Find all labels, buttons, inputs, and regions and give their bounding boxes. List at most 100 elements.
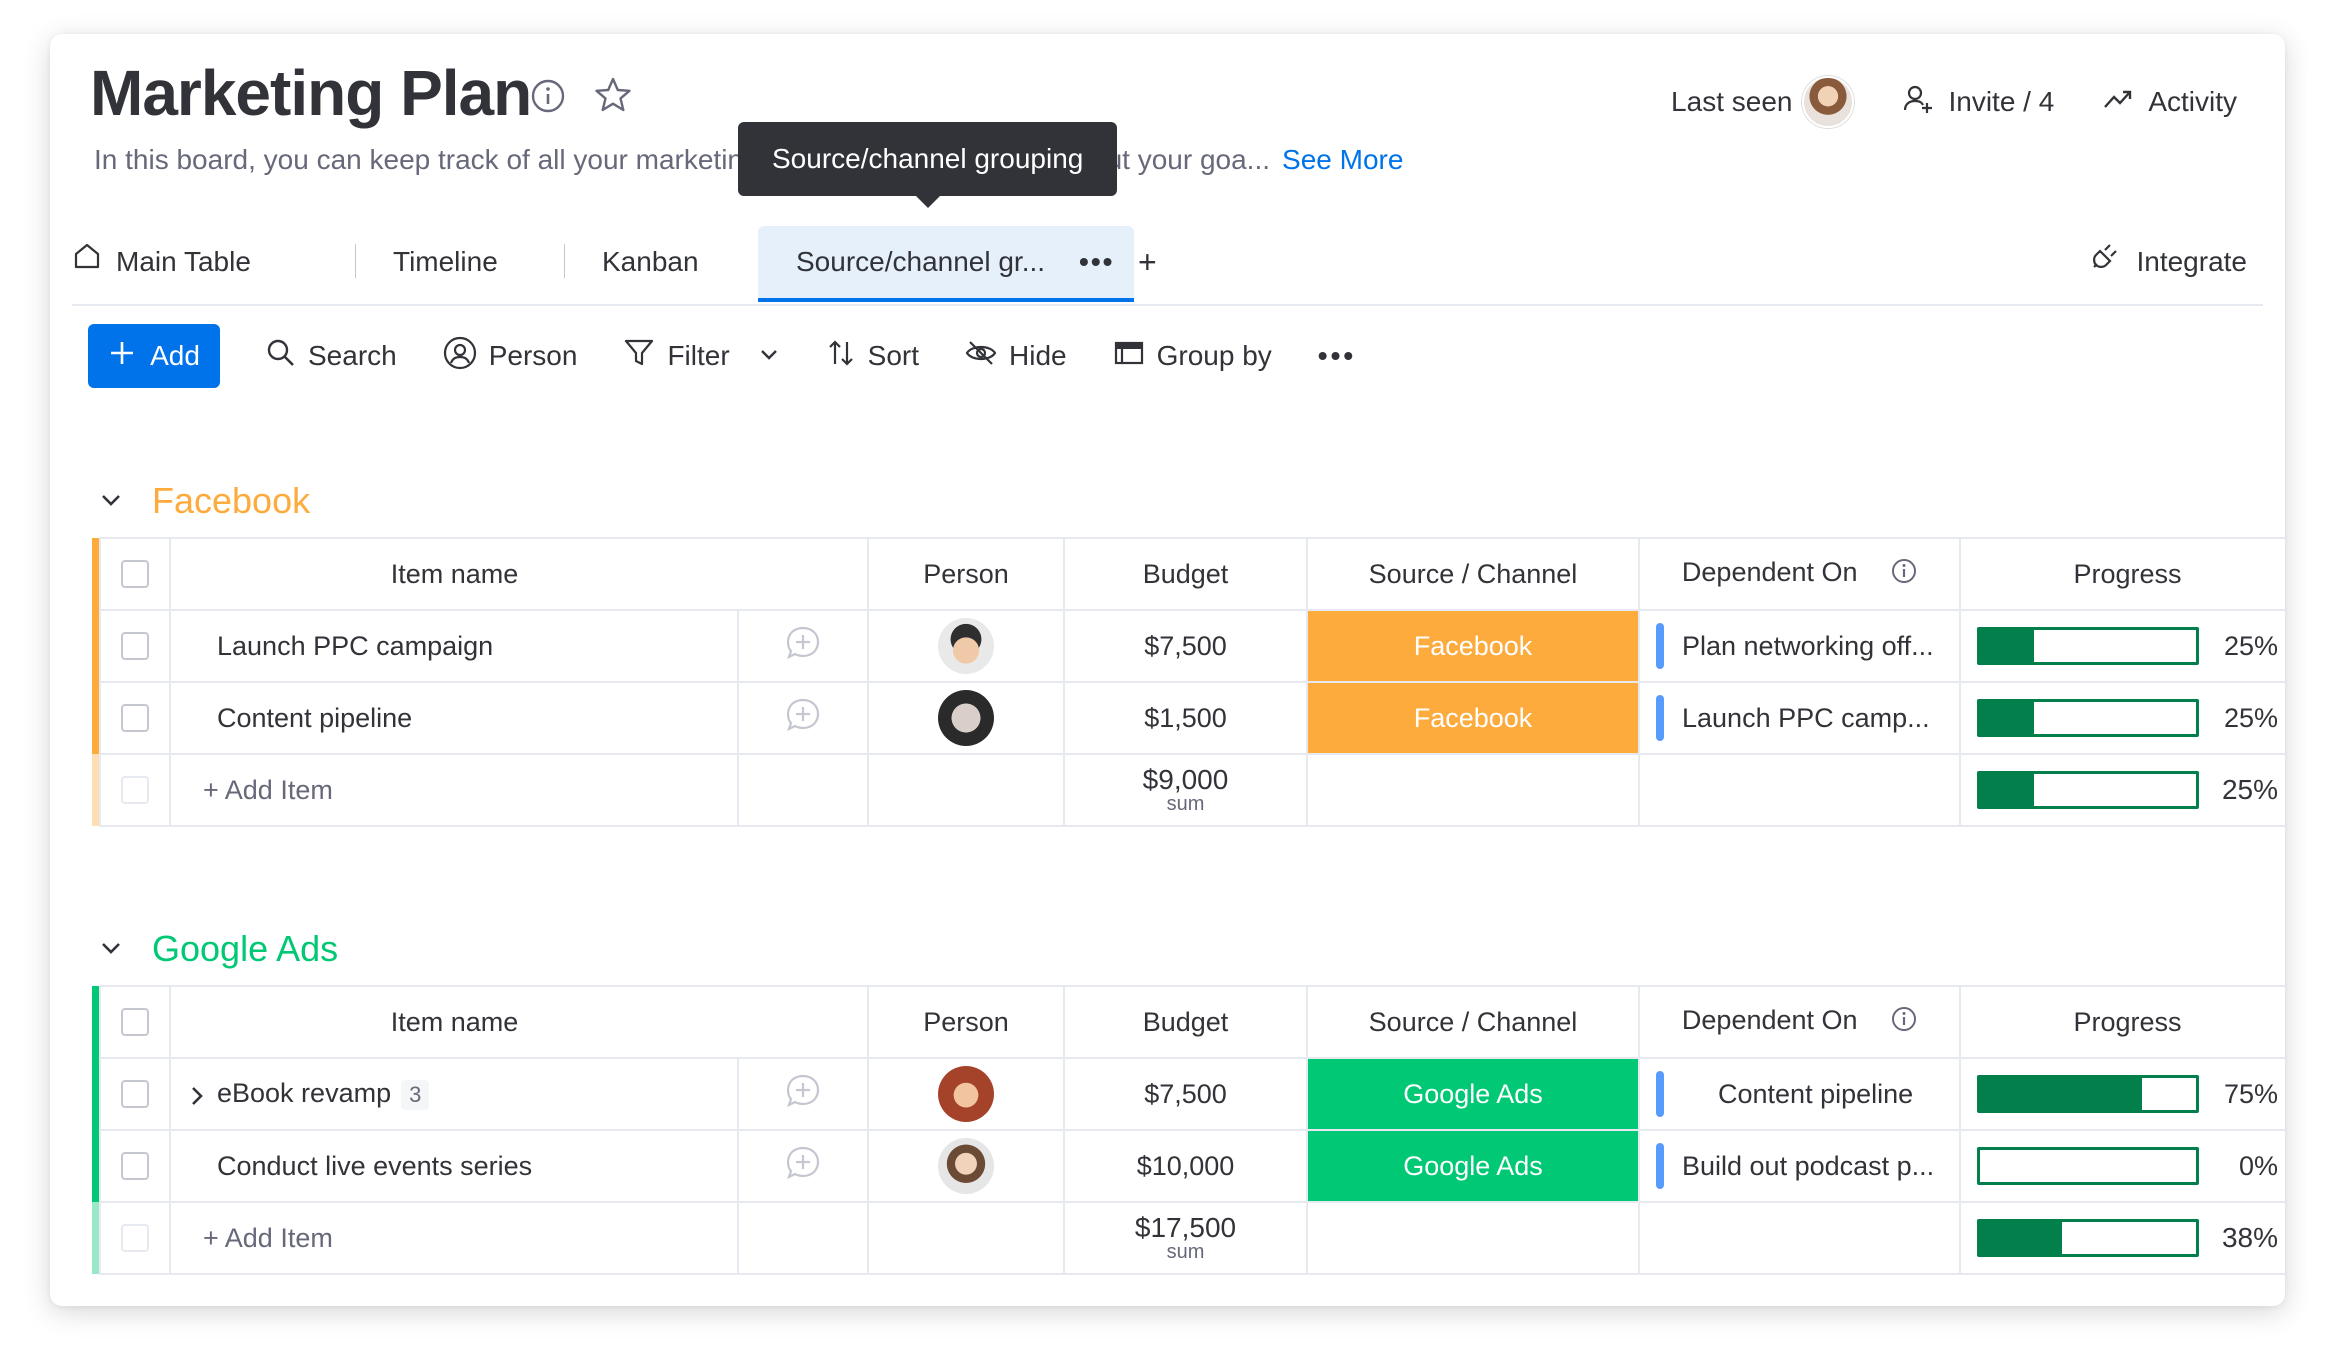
chevron-right-icon[interactable] xyxy=(187,1083,207,1114)
column-header-dependent-label: Dependent On xyxy=(1681,557,1858,588)
tab-more-button[interactable]: ••• xyxy=(1079,226,1114,298)
column-header-progress[interactable]: Progress xyxy=(1959,537,2285,611)
add-view-button[interactable]: + xyxy=(1138,220,1157,304)
group-header[interactable]: Google Ads xyxy=(98,928,338,970)
last-seen-button[interactable]: Last seen xyxy=(1671,76,1855,128)
person-cell[interactable] xyxy=(867,1129,1065,1203)
group-header[interactable]: Facebook xyxy=(98,480,310,522)
progress-bar xyxy=(1977,1147,2199,1185)
row-checkbox[interactable] xyxy=(99,1057,171,1131)
progress-label: 38% xyxy=(2221,1222,2278,1253)
column-header-item[interactable]: Item name xyxy=(169,537,738,611)
person-cell[interactable] xyxy=(867,1057,1065,1131)
column-header-budget[interactable]: Budget xyxy=(1063,985,1308,1059)
row-checkbox[interactable] xyxy=(99,609,171,683)
row-checkbox[interactable] xyxy=(99,1129,171,1203)
budget-cell[interactable]: $7,500 xyxy=(1063,609,1308,683)
item-name[interactable]: Conduct live events series xyxy=(169,1129,739,1203)
person-cell[interactable] xyxy=(867,609,1065,683)
group-title[interactable]: Google Ads xyxy=(152,928,338,970)
budget-cell[interactable]: $10,000 xyxy=(1063,1129,1308,1203)
column-header-person[interactable]: Person xyxy=(867,985,1065,1059)
hide-button[interactable]: Hide xyxy=(965,337,1067,376)
source-status-cell[interactable]: Facebook xyxy=(1306,609,1640,683)
dependent-cell[interactable]: Plan networking off... xyxy=(1638,609,1961,683)
group-title[interactable]: Facebook xyxy=(152,480,310,522)
select-all-checkbox[interactable] xyxy=(99,537,171,611)
info-icon[interactable] xyxy=(530,78,566,119)
dependent-cell[interactable]: Content pipeline xyxy=(1638,1057,1961,1131)
avatar xyxy=(938,690,994,746)
item-name-cell[interactable]: eBook revamp 3 xyxy=(169,1057,739,1131)
column-header-source[interactable]: Source / Channel xyxy=(1306,537,1640,611)
add-item-input[interactable]: + Add Item xyxy=(169,753,739,827)
progress-bar xyxy=(1977,1075,2199,1113)
column-header-dependent[interactable]: Dependent On xyxy=(1638,985,1961,1059)
dependent-cell[interactable]: Build out podcast p... xyxy=(1638,1129,1961,1203)
source-status-cell[interactable]: Google Ads xyxy=(1306,1057,1640,1131)
board-header-actions: Last seen Invite / 4 Activity xyxy=(1623,76,2237,128)
budget-cell[interactable]: $7,500 xyxy=(1063,1057,1308,1131)
chevron-down-icon[interactable] xyxy=(98,928,124,970)
info-icon[interactable] xyxy=(1891,1006,1917,1039)
search-button[interactable]: Search xyxy=(266,338,397,375)
column-header-source[interactable]: Source / Channel xyxy=(1306,985,1640,1059)
table-row[interactable]: Content pipeline $1,500 Facebook Launch … xyxy=(92,681,2285,755)
add-update-button[interactable] xyxy=(737,681,869,755)
chevron-down-icon[interactable] xyxy=(758,340,780,372)
sort-button[interactable]: Sort xyxy=(826,338,919,375)
star-icon[interactable] xyxy=(594,76,632,119)
integrate-button[interactable]: Integrate xyxy=(2090,220,2247,304)
tab-kanban[interactable]: Kanban xyxy=(564,220,699,304)
board-toolbar: Add Search Person Filter Sort Hide Group… xyxy=(88,324,2265,388)
add-update-button[interactable] xyxy=(737,1057,869,1131)
column-header-dependent[interactable]: Dependent On xyxy=(1638,537,1961,611)
source-status-cell[interactable]: Google Ads xyxy=(1306,1129,1640,1203)
add-update-button[interactable] xyxy=(737,609,869,683)
avatar xyxy=(938,1138,994,1194)
column-header-progress[interactable]: Progress xyxy=(1959,985,2285,1059)
add-person-icon xyxy=(1902,83,1934,122)
add-update-button[interactable] xyxy=(737,1129,869,1203)
table-row[interactable]: Launch PPC campaign $7,500 Facebook Plan… xyxy=(92,609,2285,683)
add-item-button[interactable]: Add xyxy=(88,324,220,388)
row-checkbox[interactable] xyxy=(99,681,171,755)
progress-bar xyxy=(1977,627,2199,665)
table-row[interactable]: eBook revamp 3 $7,500 Google Ads Content … xyxy=(92,1057,2285,1131)
plug-icon xyxy=(2090,220,2122,304)
column-header-person[interactable]: Person xyxy=(867,537,1065,611)
tab-source-channel[interactable]: Source/channel gr... ••• xyxy=(758,226,1135,302)
subitems-count-badge[interactable]: 3 xyxy=(401,1080,430,1110)
filter-label: Filter xyxy=(667,340,730,371)
column-header-dependent-label: Dependent On xyxy=(1681,1005,1858,1036)
chevron-down-icon[interactable] xyxy=(98,480,124,522)
budget-sum: $17,500 xyxy=(1134,1212,1237,1243)
see-more-link[interactable]: See More xyxy=(1282,144,1403,175)
item-name[interactable]: Content pipeline xyxy=(169,681,739,755)
add-item-input[interactable]: + Add Item xyxy=(169,1201,739,1275)
dependent-cell[interactable]: Launch PPC camp... xyxy=(1638,681,1961,755)
person-cell[interactable] xyxy=(867,681,1065,755)
budget-sum: $9,000 xyxy=(1142,764,1229,795)
invite-button[interactable]: Invite / 4 xyxy=(1902,83,2054,122)
board-title: Marketing Plan xyxy=(90,57,532,129)
tab-main-table[interactable]: Main Table xyxy=(72,220,251,304)
sort-label: Sort xyxy=(867,340,920,371)
column-header-budget[interactable]: Budget xyxy=(1063,537,1308,611)
select-all-checkbox[interactable] xyxy=(99,985,171,1059)
activity-button[interactable]: Activity xyxy=(2102,83,2237,122)
more-options-button[interactable]: ••• xyxy=(1318,340,1356,372)
person-filter-button[interactable]: Person xyxy=(443,336,577,377)
tab-timeline[interactable]: Timeline xyxy=(355,220,498,304)
filter-button[interactable]: Filter xyxy=(623,337,779,376)
group-by-button[interactable]: Group by xyxy=(1113,337,1272,376)
table-header-row: Item name Person Budget Source / Channel… xyxy=(92,537,2285,611)
item-name[interactable]: Launch PPC campaign xyxy=(169,609,739,683)
item-name[interactable]: eBook revamp xyxy=(217,1078,391,1108)
source-status-cell[interactable]: Facebook xyxy=(1306,681,1640,755)
chat-bubble-plus-icon xyxy=(784,624,822,669)
budget-cell[interactable]: $1,500 xyxy=(1063,681,1308,755)
table-row[interactable]: Conduct live events series $10,000 Googl… xyxy=(92,1129,2285,1203)
info-icon[interactable] xyxy=(1891,558,1917,591)
column-header-item[interactable]: Item name xyxy=(169,985,738,1059)
